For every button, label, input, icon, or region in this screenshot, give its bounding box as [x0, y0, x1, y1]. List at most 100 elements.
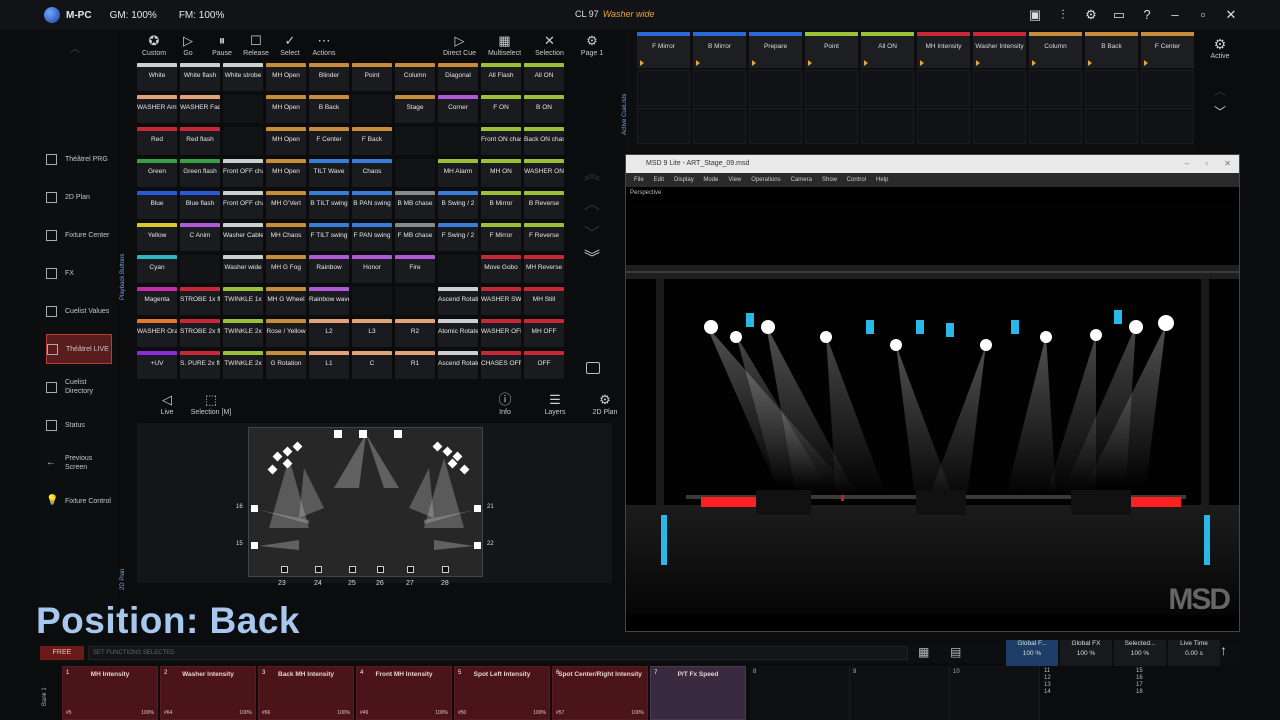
- menu-item[interactable]: Camera: [791, 177, 812, 183]
- playback-button[interactable]: Yellow: [137, 223, 177, 251]
- cuelist-slot[interactable]: [749, 70, 802, 106]
- playback-button[interactable]: Diagonal: [438, 63, 478, 91]
- cuelist-button[interactable]: B Mirror: [693, 32, 746, 68]
- playback-button[interactable]: WASHER Fade: [180, 95, 220, 123]
- playback-button[interactable]: Blue: [137, 191, 177, 219]
- cuelist-button[interactable]: Prepare: [749, 32, 802, 68]
- playback-button[interactable]: Magenta: [137, 287, 177, 315]
- executor-slot[interactable]: 9: [850, 666, 950, 720]
- cuelist-slot[interactable]: [1029, 108, 1082, 144]
- cuelist-slot[interactable]: [973, 108, 1026, 144]
- playback-button[interactable]: [180, 255, 220, 283]
- chevron-up-icon[interactable]: ︽: [584, 160, 604, 184]
- cuelist-slot[interactable]: [917, 70, 970, 106]
- playback-button[interactable]: [352, 95, 392, 123]
- tool-custom-button[interactable]: ✪ Custom: [137, 32, 171, 62]
- fixture-icon[interactable]: [474, 542, 481, 549]
- executor[interactable]: 5 Spot Left Intensity #50 100%: [454, 666, 550, 720]
- playback-button[interactable]: MH Reverse: [524, 255, 564, 283]
- playback-button[interactable]: Move Gobo: [481, 255, 521, 283]
- cuelist-button[interactable]: Column: [1029, 32, 1082, 68]
- playback-button[interactable]: [223, 127, 263, 155]
- fixture-icon[interactable]: [281, 566, 288, 573]
- playback-button[interactable]: MH ON: [481, 159, 521, 187]
- playback-button[interactable]: TILT Wave: [309, 159, 349, 187]
- plan-tool-button[interactable]: ☰ Layers: [535, 391, 575, 416]
- playback-button[interactable]: TWINKLE 2x: [223, 351, 263, 379]
- cuelist-slot[interactable]: [1029, 70, 1082, 106]
- cuelist-button[interactable]: F Mirror: [637, 32, 690, 68]
- tool-actions-button[interactable]: ⋯ Actions: [307, 32, 341, 62]
- sidebar-item[interactable]: 💡 Fixture Control: [46, 486, 112, 516]
- playback-button[interactable]: White strobe: [223, 63, 263, 91]
- cuelist-slot[interactable]: [693, 70, 746, 106]
- executor[interactable]: 4 Front MH Intensity #49 100%: [356, 666, 452, 720]
- playback-button[interactable]: Ascend Rotate: [438, 351, 478, 379]
- playback-button[interactable]: White: [137, 63, 177, 91]
- arrow-up-icon[interactable]: ↑: [1220, 642, 1227, 658]
- cuelist-slot[interactable]: [917, 108, 970, 144]
- menu-item[interactable]: View: [728, 177, 741, 183]
- chevron-up-icon[interactable]: ︿: [1200, 82, 1240, 99]
- plan-tool-button[interactable]: ⓘ Info: [485, 391, 525, 416]
- playback-button[interactable]: Blinder: [309, 63, 349, 91]
- playback-button[interactable]: B Swing / 2: [438, 191, 478, 219]
- playback-button[interactable]: MH G Wheel: [266, 287, 306, 315]
- playback-button[interactable]: [223, 95, 263, 123]
- playback-button[interactable]: TWINKLE 2x: [223, 319, 263, 347]
- close-icon[interactable]: ✕: [1222, 6, 1240, 24]
- playback-button[interactable]: TWINKLE 1x: [223, 287, 263, 315]
- cuelist-slot[interactable]: [805, 108, 858, 144]
- playback-button[interactable]: F PAN swing: [352, 223, 392, 251]
- playback-button[interactable]: F Reverse: [524, 223, 564, 251]
- cuelist-slot[interactable]: [861, 70, 914, 106]
- menu-item[interactable]: Edit: [654, 177, 664, 183]
- playback-button[interactable]: L1: [309, 351, 349, 379]
- double-chevron-down-icon[interactable]: ︾: [584, 244, 604, 268]
- menu-item[interactable]: Operations: [751, 177, 780, 183]
- menu-item[interactable]: Show Control: [822, 177, 866, 183]
- rate-control[interactable]: Global F... 100 %: [1006, 640, 1058, 666]
- playback-button[interactable]: F Swing / 2: [438, 223, 478, 251]
- playback-button[interactable]: MH Chaos: [266, 223, 306, 251]
- playback-button[interactable]: C Anim: [180, 223, 220, 251]
- chevron-down-icon[interactable]: ﹀: [1200, 103, 1240, 120]
- cuelist-slot[interactable]: [805, 70, 858, 106]
- playback-button[interactable]: B ON: [524, 95, 564, 123]
- chevron-up-icon[interactable]: ︿: [70, 40, 80, 55]
- cuelist-slot[interactable]: [637, 108, 690, 144]
- playback-button[interactable]: Back ON chase: [524, 127, 564, 155]
- playback-button[interactable]: [352, 287, 392, 315]
- playback-button[interactable]: CHASES OFF: [481, 351, 521, 379]
- playback-button[interactable]: MH Open: [266, 127, 306, 155]
- playback-button[interactable]: WASHER Amber: [137, 95, 177, 123]
- playback-button[interactable]: G Rotation: [266, 351, 306, 379]
- free-button[interactable]: FREE: [40, 646, 84, 660]
- playback-button[interactable]: L2: [309, 319, 349, 347]
- grand-master-readout[interactable]: GM: 100%: [110, 10, 157, 21]
- playback-button[interactable]: Rainbow wave: [309, 287, 349, 315]
- gear-icon[interactable]: ⚙: [1082, 6, 1100, 24]
- plan-tool-button[interactable]: ⬚ Selection [M]: [189, 391, 233, 416]
- cuelist-slot[interactable]: [973, 70, 1026, 106]
- fixture-icon[interactable]: [359, 430, 367, 438]
- tool-direct-cue-button[interactable]: ▷ Direct Cue: [437, 32, 482, 62]
- fixture-icon[interactable]: [407, 566, 414, 573]
- playback-button[interactable]: L3: [352, 319, 392, 347]
- cuelist-button[interactable]: Washer Intensity: [973, 32, 1026, 68]
- playback-button[interactable]: +UV: [137, 351, 177, 379]
- tool-select-button[interactable]: ✓ Select: [273, 32, 307, 62]
- chevron-down-icon[interactable]: ﹀: [584, 220, 604, 244]
- playback-button[interactable]: B MB chase: [395, 191, 435, 219]
- playback-button[interactable]: MH Open: [266, 95, 306, 123]
- cuelist-button[interactable]: F Center: [1141, 32, 1194, 68]
- playback-button[interactable]: [395, 159, 435, 187]
- playback-button[interactable]: Rainbow: [309, 255, 349, 283]
- screen-icon[interactable]: [586, 362, 600, 374]
- command-input[interactable]: SET FUNCTIONS SELECTED: [88, 646, 908, 660]
- playback-button[interactable]: WASHER ON: [524, 159, 564, 187]
- playback-button[interactable]: Stage: [395, 95, 435, 123]
- playback-button[interactable]: B Mirror: [481, 191, 521, 219]
- playback-button[interactable]: MH Alarm: [438, 159, 478, 187]
- plan-tool-button[interactable]: ⚙ 2D Plan: [585, 391, 625, 416]
